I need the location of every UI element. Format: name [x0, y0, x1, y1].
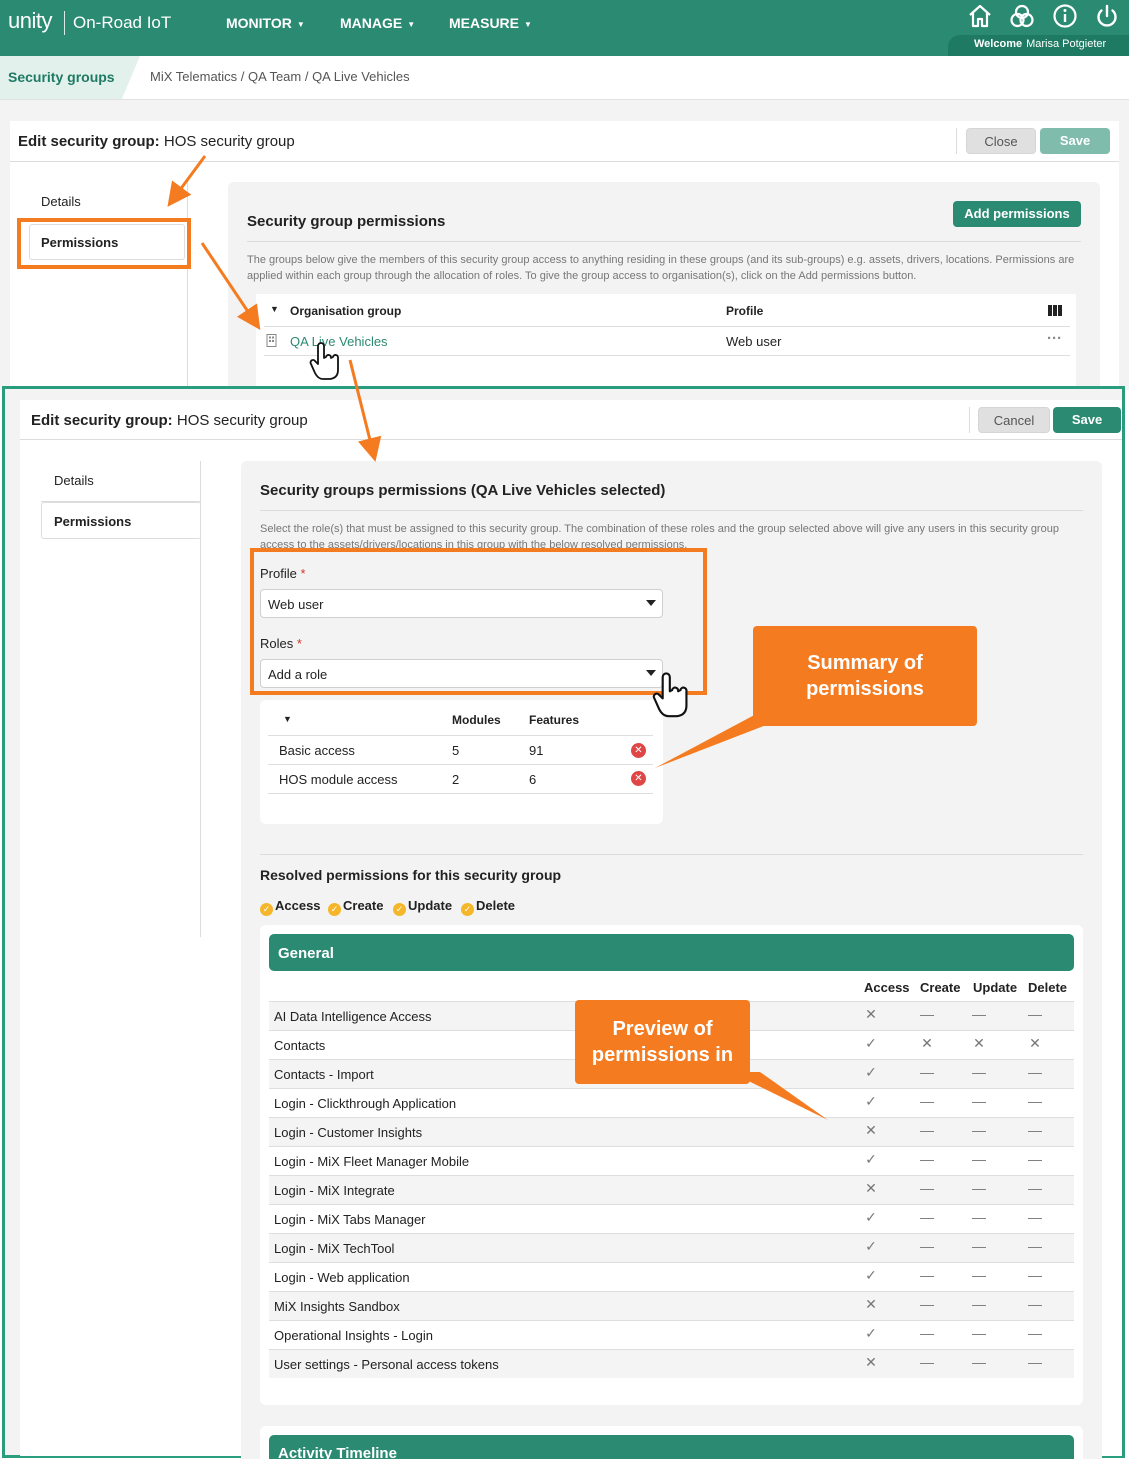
callout-summary: Summary of permissions [753, 626, 977, 726]
hand-cursor-icon [309, 342, 339, 380]
hand-cursor-icon [652, 672, 688, 718]
callout-preview: Preview of permissions in [575, 1000, 750, 1084]
annotation-arrows [167, 155, 828, 1120]
